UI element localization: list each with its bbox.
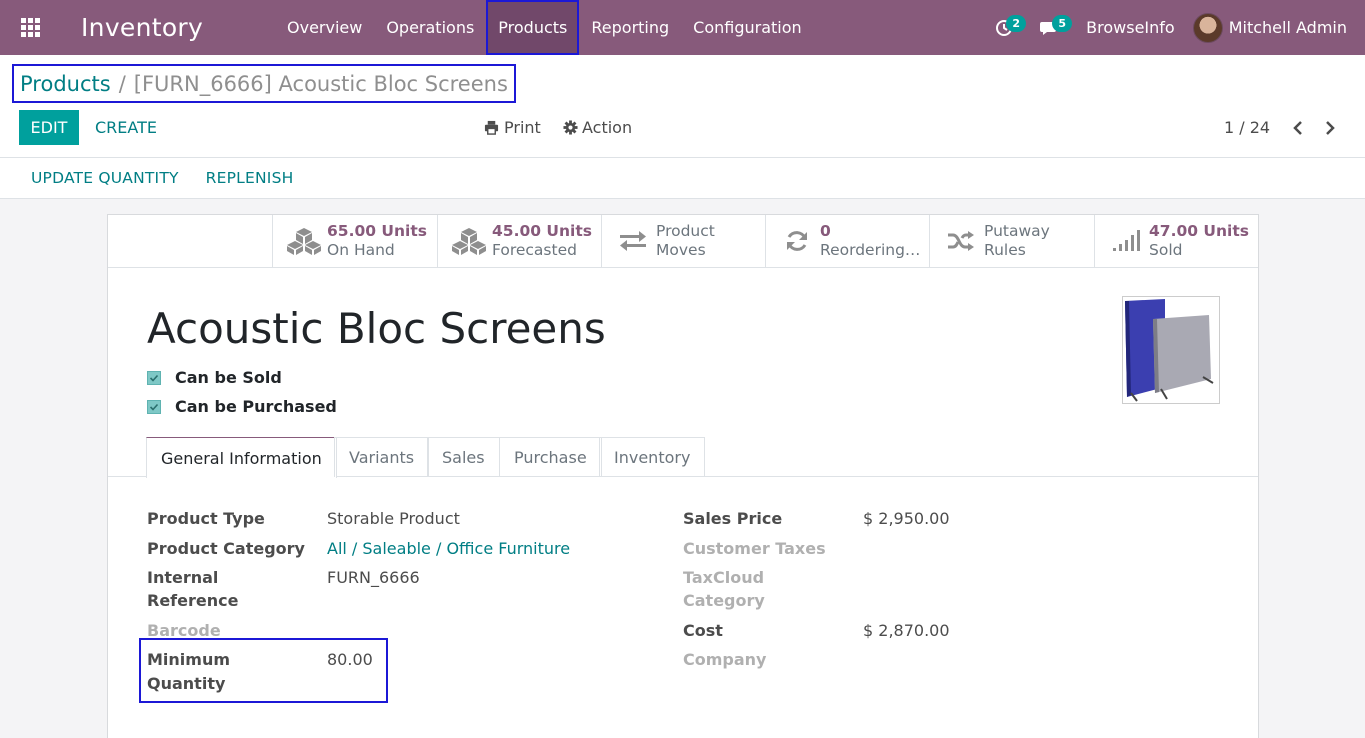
taxcloud-category-label-line2: Category (683, 591, 765, 610)
can-be-purchased-row: Can be Purchased (147, 397, 337, 416)
replenish-button[interactable]: REPLENISH (206, 169, 294, 187)
create-button[interactable]: CREATE (95, 110, 157, 145)
user-menu[interactable]: Mitchell Admin (1192, 12, 1347, 43)
sold-button[interactable]: 47.00 Units Sold (1094, 215, 1259, 267)
tab-purchase[interactable]: Purchase (499, 437, 602, 477)
notebook-tabs: General Information Variants Sales Purch… (108, 437, 1258, 478)
reordering-rules-button[interactable]: 0 Reordering… (765, 215, 930, 267)
action-label: Action (582, 118, 633, 137)
sales-price-label: Sales Price (683, 509, 783, 528)
putaway-label: Rules (984, 241, 1026, 259)
can-be-purchased-label: Can be Purchased (175, 397, 337, 416)
check-icon (149, 374, 159, 382)
breadcrumb-separator: / (118, 71, 126, 96)
forecasted-button[interactable]: 45.00 Units Forecasted (437, 215, 602, 267)
cost-label: Cost (683, 621, 723, 640)
internal-reference-value: FURN_6666 (327, 568, 420, 587)
putaway-rules-button[interactable]: Putaway Rules (929, 215, 1094, 267)
app-menu-icon[interactable] (0, 0, 60, 55)
customer-taxes-label: Customer Taxes (683, 539, 826, 558)
breadcrumb-current: [FURN_6666] Acoustic Bloc Screens (133, 71, 508, 96)
menu-reporting[interactable]: Reporting (579, 0, 681, 55)
random-icon (948, 231, 974, 251)
activity-badge: 2 (1006, 15, 1027, 32)
sold-label: Sold (1149, 241, 1183, 259)
product-type-value: Storable Product (327, 509, 460, 528)
reordering-label: Reordering… (820, 241, 921, 259)
activity-button[interactable]: 2 (986, 0, 1027, 55)
user-name: Mitchell Admin (1228, 18, 1347, 37)
sales-price-value: $ 2,950.00 (863, 509, 950, 528)
print-label: Print (504, 118, 541, 137)
main-menu: Overview Operations Products Reporting C… (275, 0, 814, 55)
can-be-purchased-checkbox[interactable] (147, 399, 161, 414)
tab-general-information[interactable]: General Information (146, 437, 337, 478)
cost-value: $ 2,870.00 (863, 621, 950, 640)
tab-inventory[interactable]: Inventory (599, 437, 706, 477)
check-icon (149, 403, 159, 411)
minimum-quantity-highlight (139, 638, 388, 703)
tab-sales[interactable]: Sales (427, 437, 500, 477)
product-moves-title: Product (656, 222, 715, 240)
cubes-icon (287, 228, 321, 255)
product-name[interactable]: Acoustic Bloc Screens (147, 304, 606, 353)
print-button[interactable]: Print (484, 110, 541, 145)
gear-icon (563, 120, 578, 135)
messages-button[interactable]: 5 (1032, 0, 1073, 55)
product-category-link[interactable]: All / Saleable / Office Furniture (327, 537, 570, 560)
pager-value[interactable]: 1 / 24 (1224, 118, 1270, 137)
can-be-sold-checkbox[interactable] (147, 370, 161, 385)
update-quantity-button[interactable]: UPDATE QUANTITY (31, 169, 179, 187)
pager-previous-button[interactable] (1286, 110, 1310, 145)
app-title[interactable]: Inventory (81, 13, 275, 42)
product-moves-button[interactable]: Product Moves (601, 215, 766, 267)
action-button[interactable]: Action (563, 110, 632, 145)
form-sheet: 65.00 Units On Hand 45.00 Units Forecast… (107, 214, 1259, 738)
can-be-sold-label: Can be Sold (175, 368, 282, 387)
on-hand-value: 65.00 Units (327, 222, 427, 240)
product-type-label: Product Type (147, 509, 265, 528)
messages-badge: 5 (1052, 15, 1073, 32)
reordering-value: 0 (820, 222, 831, 240)
taxcloud-category-label-line1: TaxCloud (683, 568, 765, 587)
chevron-left-icon (1293, 120, 1302, 135)
menu-operations[interactable]: Operations (374, 0, 486, 55)
product-category-label: Product Category (147, 539, 305, 558)
product-image[interactable] (1122, 296, 1220, 404)
refresh-icon (787, 231, 807, 251)
internal-reference-label-line2: Reference (147, 591, 239, 610)
chevron-right-icon (1326, 120, 1335, 135)
pager: 1 / 24 (1224, 110, 1342, 145)
menu-overview[interactable]: Overview (275, 0, 374, 55)
cubes-icon (452, 228, 486, 255)
menu-configuration[interactable]: Configuration (681, 0, 814, 55)
company-label: Company (683, 650, 767, 669)
on-hand-label: On Hand (327, 241, 395, 259)
tab-variants[interactable]: Variants (334, 437, 430, 477)
product-moves-label: Moves (656, 241, 706, 259)
print-icon (484, 120, 499, 135)
top-navbar: Inventory Overview Operations Products R… (0, 0, 1365, 55)
menu-products[interactable]: Products (486, 0, 580, 55)
signal-icon (1113, 230, 1140, 251)
breadcrumb: Products / [FURN_6666] Acoustic Bloc Scr… (12, 64, 516, 103)
header-buttons: UPDATE QUANTITY REPLENISH (0, 158, 1365, 199)
breadcrumb-products-link[interactable]: Products (20, 72, 111, 96)
smart-buttons-row: 65.00 Units On Hand 45.00 Units Forecast… (108, 215, 1258, 268)
internal-reference-label-line1: Internal (147, 568, 219, 587)
pager-next-button[interactable] (1318, 110, 1342, 145)
forecasted-label: Forecasted (492, 241, 577, 259)
on-hand-button[interactable]: 65.00 Units On Hand (272, 215, 437, 267)
putaway-title: Putaway (984, 222, 1050, 240)
company-switcher[interactable]: BrowseInfo (1086, 18, 1175, 37)
sold-value: 47.00 Units (1149, 222, 1249, 240)
acoustic-screen-image (1125, 299, 1214, 402)
edit-button[interactable]: EDIT (19, 110, 79, 145)
control-panel: Products / [FURN_6666] Acoustic Bloc Scr… (0, 55, 1365, 158)
exchange-icon (620, 231, 646, 251)
avatar (1192, 12, 1223, 43)
forecasted-value: 45.00 Units (492, 222, 592, 240)
can-be-sold-row: Can be Sold (147, 368, 282, 387)
